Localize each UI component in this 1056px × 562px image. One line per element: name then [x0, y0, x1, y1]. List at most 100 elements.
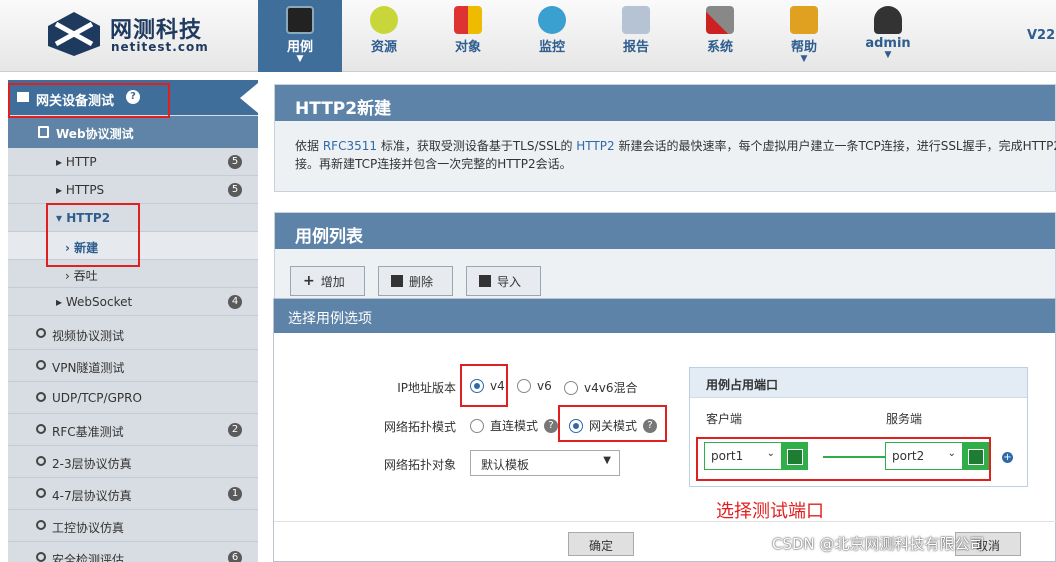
rfc-link[interactable]: RFC3511: [323, 139, 377, 153]
http2-link[interactable]: HTTP2: [576, 139, 614, 153]
play-icon: [36, 328, 46, 338]
nav-item-help[interactable]: 帮助 ▼: [762, 0, 846, 72]
monitor-globe-icon: [538, 6, 566, 34]
sidebar-item-udp-tcp[interactable]: UDP/TCP/GPRO: [8, 382, 258, 414]
sidebar-item-security[interactable]: 安全检测评估 6: [8, 542, 258, 562]
server-icon: [36, 488, 46, 498]
sidebar-item-http2[interactable]: ▾ HTTP2: [8, 204, 258, 232]
top-header: 网测科技 netitest.com 用例 ▼ 资源 对象 监控 报告 系统 帮助…: [0, 0, 1056, 72]
nav-item-resources[interactable]: 资源: [342, 0, 426, 72]
nav-item-monitor[interactable]: 监控: [510, 0, 594, 72]
chevron-down-icon: ⌄: [766, 448, 775, 459]
ok-button[interactable]: 确定: [568, 532, 634, 556]
ip-version-label: IP地址版本: [397, 381, 456, 395]
case-list-title: 用例列表: [275, 213, 1055, 249]
dialog-divider: [274, 521, 1056, 522]
description-panel: HTTP2新建 依据 RFC3511 标准，获取受测设备基于TLS/SSL的 H…: [274, 84, 1056, 192]
gear-icon: [36, 424, 46, 434]
count-badge: 5: [228, 155, 242, 169]
nav-item-objects[interactable]: 对象: [426, 0, 510, 72]
netitest-logo-icon: [48, 12, 100, 56]
sidebar: 网关设备测试 ? Web协议测试 ▸ HTTP 5 ▸ HTTPS 5 ▾ HT…: [8, 80, 258, 562]
shield-icon: [36, 360, 46, 370]
chevron-down-icon: ▼: [603, 455, 611, 466]
client-column-label: 客户端: [706, 412, 743, 426]
chevron-down-icon: ▼: [296, 54, 304, 64]
brand-subtitle: netitest.com: [111, 40, 209, 54]
sidebar-item-video[interactable]: 视频协议测试: [8, 318, 258, 350]
help-icon[interactable]: ?: [126, 90, 140, 104]
report-icon: [622, 6, 650, 34]
port-status-icon: [781, 443, 807, 469]
main-nav: 用例 ▼ 资源 对象 监控 报告 系统 帮助 ▼ admin ▼: [258, 0, 930, 72]
sidebar-item-https[interactable]: ▸ HTTPS 5: [8, 176, 258, 204]
trash-icon: [391, 275, 403, 287]
import-button[interactable]: 导入: [466, 266, 541, 296]
ports-title: 用例占用端口: [690, 368, 1027, 398]
select-case-options-dialog: 选择用例选项 IP地址版本 v4 v6 v4v6混合 网络拓扑模式 直连模式 ?…: [273, 298, 1056, 562]
radio-icon: [470, 418, 484, 433]
chevron-down-icon: ⌄: [947, 448, 956, 459]
add-port-icon[interactable]: +: [1002, 452, 1013, 463]
page-title: HTTP2新建: [275, 85, 1055, 121]
sidebar-item-rfc[interactable]: RFC基准测试 2: [8, 414, 258, 446]
count-badge: 5: [228, 183, 242, 197]
nav-item-system[interactable]: 系统: [678, 0, 762, 72]
add-button[interactable]: + 增加: [290, 266, 365, 296]
sidebar-item-l2l3[interactable]: 2-3层协议仿真: [8, 446, 258, 478]
radio-selected-icon: [569, 418, 583, 433]
ip-mixed-radio[interactable]: v4v6混合: [564, 379, 637, 396]
client-port-select[interactable]: port1 ⌄: [704, 442, 808, 470]
topology-object-label: 网络拓扑对象: [383, 458, 456, 472]
chevron-down-icon: ▼: [800, 54, 808, 64]
sidebar-item-vpn[interactable]: VPN隧道测试: [8, 350, 258, 382]
sidebar-item-throughput[interactable]: › 吞吐: [8, 260, 258, 288]
sidebar-item-l4l7[interactable]: 4-7层协议仿真 1: [8, 478, 258, 510]
monitor-icon: [286, 6, 314, 34]
sidebar-item-label: ▸ HTTP: [56, 155, 97, 169]
collapse-arrow-icon[interactable]: [240, 83, 258, 113]
nav-item-reports[interactable]: 报告: [594, 0, 678, 72]
sidebar-item-label: ▾ HTTP2: [56, 211, 111, 225]
topology-gateway-radio[interactable]: 网关模式 ?: [569, 417, 658, 434]
dialog-title: 选择用例选项: [274, 299, 1055, 333]
objects-icon: [454, 6, 482, 34]
folder-icon: [790, 6, 818, 34]
nav-item-admin[interactable]: admin ▼: [846, 0, 930, 72]
sidebar-item-label: ▸ HTTPS: [56, 183, 105, 197]
annotation-text: 选择测试端口: [716, 501, 824, 522]
topology-mode-label: 网络拓扑模式: [383, 420, 456, 434]
topology-object-select[interactable]: 默认模板 ▼: [470, 450, 620, 476]
folder-icon: [17, 92, 29, 102]
server-port-select[interactable]: port2 ⌄: [885, 442, 989, 470]
radio-icon: [564, 380, 578, 395]
radio-icon: [517, 379, 531, 393]
watermark: CSDN @北京网测科技有限公司: [772, 535, 985, 553]
topology-direct-radio[interactable]: 直连模式 ?: [470, 417, 559, 434]
plus-icon: +: [303, 273, 315, 289]
ports-panel: 用例占用端口 客户端 服务端 port1 ⌄ port2 ⌄: [689, 367, 1028, 487]
sidebar-item-new[interactable]: › 新建: [8, 232, 258, 260]
count-badge: 2: [228, 423, 242, 437]
help-icon[interactable]: ?: [544, 418, 559, 433]
sidebar-header[interactable]: 网关设备测试 ?: [8, 80, 258, 115]
nav-item-testcases[interactable]: 用例 ▼: [258, 0, 342, 72]
sidebar-item-label: › 新建: [65, 241, 99, 255]
link-icon: [36, 392, 46, 402]
count-badge: 4: [228, 295, 242, 309]
radio-selected-icon: [470, 379, 484, 393]
count-badge: 1: [228, 487, 242, 501]
sidebar-item-websocket[interactable]: ▸ WebSocket 4: [8, 288, 258, 316]
delete-button[interactable]: 删除: [378, 266, 453, 296]
sidebar-group-web[interactable]: Web协议测试: [8, 116, 258, 148]
target-icon: [36, 520, 46, 530]
sidebar-item-http[interactable]: ▸ HTTP 5: [8, 148, 258, 176]
server-column-label: 服务端: [886, 412, 923, 426]
import-icon: [479, 275, 491, 287]
sidebar-item-industrial[interactable]: 工控协议仿真: [8, 510, 258, 542]
help-icon[interactable]: ?: [643, 418, 658, 433]
ip-v6-radio[interactable]: v6: [517, 379, 552, 393]
ip-v4-radio[interactable]: v4: [470, 379, 505, 393]
stack-icon: [36, 456, 46, 466]
tools-icon: [706, 6, 734, 34]
